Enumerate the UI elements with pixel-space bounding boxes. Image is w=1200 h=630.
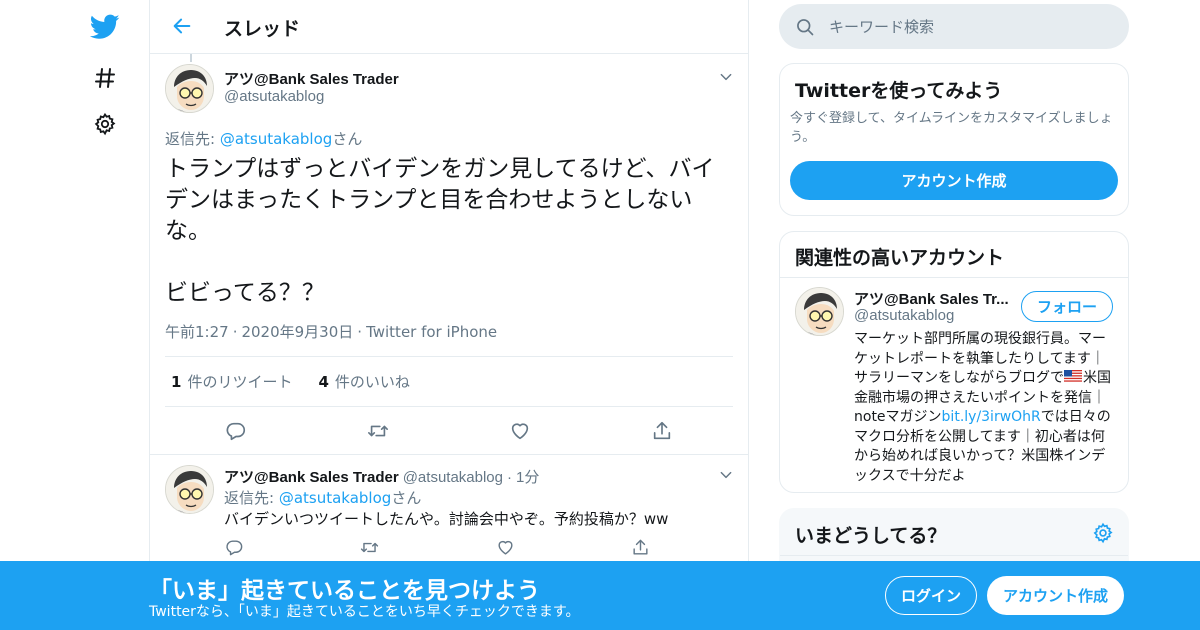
author-handle[interactable]: @atsutakablog [224,88,324,105]
signup-card: Twitterを使ってみよう 今すぐ登録して、タイムラインをカスタマイズしましょ… [779,63,1129,216]
reply-mention-link[interactable]: @atsutakablog [220,130,332,148]
bottom-bar-title: 「いま」起きていることを見つけよう [149,578,540,604]
reply-header: アツ@Bank Sales Trader @atsutakablog · 1分 [224,466,539,487]
tweet-age[interactable]: 1分 [516,469,539,486]
trends-title: いまどうしてる？ [795,525,947,547]
follow-button[interactable]: フォロー [1021,291,1113,322]
page-title: スレッド [224,18,301,40]
twitter-bird-icon[interactable] [88,10,122,44]
dot-separator: · [507,469,512,486]
left-nav [80,0,130,630]
gear-icon[interactable] [88,107,122,141]
create-account-button[interactable]: アカウント作成 [987,576,1124,615]
tweet-stats: 1 件のリツイート 4 件のいいね [165,356,733,407]
like-icon[interactable] [506,417,534,445]
back-arrow-icon[interactable] [168,12,196,40]
tweet-source[interactable]: Twitter for iPhone [366,323,497,341]
chevron-down-icon[interactable] [717,68,735,86]
related-account-bio: マーケット部門所属の現役銀行員。マーケットレポートを執筆したりしてます｜サラリー… [854,330,1114,486]
bottom-signup-bar: 「いま」起きていることを見つけよう Twitterなら、「いま」起きていることを… [0,561,1200,630]
tweet-date[interactable]: 2020年9月30日 [241,323,353,341]
reply-suffix: さん [332,130,363,148]
reply-tweet[interactable]: アツ@Bank Sales Trader @atsutakablog · 1分 返信先… [150,456,748,576]
reply-mention-link[interactable]: @atsutakablog [279,489,391,507]
tweet-time[interactable]: 午前1:27 [165,323,229,341]
like-count: 4 [318,373,329,391]
divider [780,277,1128,278]
reply-suffix: さん [391,489,422,507]
reply-icon[interactable] [220,533,248,561]
signup-title: Twitterを使ってみよう [795,80,1003,102]
divider [780,555,1128,556]
tweet-meta: 午前1:27 · 2020年9月30日 · Twitter for iPhone [165,323,498,341]
retweet-icon[interactable] [355,533,383,561]
retweet-icon[interactable] [364,417,392,445]
reply-prefix: 返信先: [224,489,279,507]
reply-icon[interactable] [222,417,250,445]
us-flag-icon [1064,370,1082,383]
avatar[interactable] [165,465,214,514]
reply-to-line: 返信先: @atsutakablogさん [224,487,421,508]
retweet-label: 件のリツイート [187,373,293,391]
login-button[interactable]: ログイン [885,576,977,615]
like-stat[interactable]: 4 件のいいね [318,371,409,392]
related-title: 関連性の高いアカウント [795,247,1005,269]
retweet-stat[interactable]: 1 件のリツイート [171,371,292,392]
author-name[interactable]: アツ@Bank Sales Trader [224,68,399,89]
create-account-button[interactable]: アカウント作成 [790,161,1118,200]
like-icon[interactable] [491,533,519,561]
retweet-count: 1 [171,373,182,391]
reply-to-line: 返信先: @atsutakablogさん [165,128,362,149]
search-bar[interactable] [779,4,1129,49]
gear-icon[interactable] [1092,522,1114,544]
signup-description: 今すぐ登録して、タイムラインをカスタマイズしましょう。 [790,111,1113,145]
tweet-text: バイデンいつツイートしたんや。討論会中やぞ。予約投稿か？ww [224,510,669,528]
avatar[interactable] [165,64,214,113]
share-icon[interactable] [648,417,676,445]
bio-link[interactable]: bit.ly/3irwOhR [942,409,1041,425]
hashtag-icon[interactable] [88,61,122,95]
chevron-down-icon[interactable] [717,466,735,484]
search-icon [797,19,814,36]
related-account-handle[interactable]: @atsutakablog [854,307,954,324]
like-label: 件のいいね [334,373,410,391]
reply-prefix: 返信先: [165,130,220,148]
avatar[interactable] [795,287,844,336]
search-input[interactable] [829,13,1109,40]
author-name[interactable]: アツ@Bank Sales Trader [224,469,399,486]
related-accounts-card: 関連性の高いアカウント アツ@Bank Sales Tr... @atsutak… [779,231,1129,493]
share-icon[interactable] [626,533,654,561]
main-tweet: アツ@Bank Sales Trader @atsutakablog 返信先: … [150,54,748,455]
main-column: スレッド アツ@Bank Sales Trader @atsutakablog … [149,0,749,630]
related-account-name[interactable]: アツ@Bank Sales Tr... [854,288,1009,309]
tweet-text: トランプはずっとバイデンをガン見してるけど、バイデンはまったくトランプと目を合わ… [165,156,715,306]
bottom-bar-subtitle: Twitterなら、「いま」起きていることをいち早くチェックできます。 [149,604,580,620]
thread-header: スレッド [150,0,748,54]
author-handle[interactable]: @atsutakablog [403,469,503,486]
